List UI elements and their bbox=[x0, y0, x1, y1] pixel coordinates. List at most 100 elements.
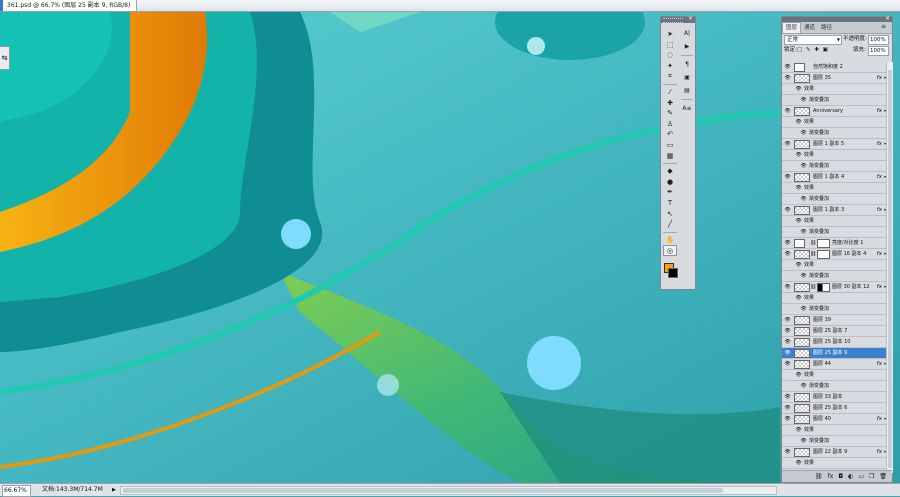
visibility-eye-icon[interactable]: 👁 bbox=[794, 84, 803, 94]
visibility-eye-icon[interactable]: 👁 bbox=[783, 106, 792, 116]
visibility-eye-icon[interactable]: 👁 bbox=[783, 205, 792, 215]
visibility-eye-icon[interactable]: 👁 bbox=[799, 271, 808, 281]
path-selection-icon[interactable]: ↖ bbox=[663, 209, 677, 220]
new-layer-icon[interactable]: ❐ bbox=[869, 473, 874, 480]
layer-effect-row[interactable]: 👁 效果 bbox=[782, 458, 886, 469]
visibility-eye-icon[interactable]: 👁 bbox=[794, 216, 803, 226]
visibility-eye-icon[interactable]: 👁 bbox=[799, 227, 808, 237]
layer-row[interactable]: 👁 图层 25 副本 10 bbox=[782, 337, 886, 348]
layer-row[interactable]: 👁 图层 33 副本 bbox=[782, 392, 886, 403]
layer-row[interactable]: 👁 图层 1 副本 4 fx ▾ bbox=[782, 172, 886, 183]
healing-brush-icon[interactable]: ✚ bbox=[663, 98, 677, 109]
layer-effects-icon[interactable]: fx bbox=[877, 106, 882, 116]
layer-thumbnail[interactable] bbox=[794, 360, 810, 369]
visibility-eye-icon[interactable]: 👁 bbox=[783, 73, 792, 83]
visibility-eye-icon[interactable]: 👁 bbox=[783, 282, 792, 292]
type-tool-icon[interactable]: T bbox=[663, 198, 677, 209]
layer-effect-row[interactable]: 👁 效果 bbox=[782, 216, 886, 227]
layer-thumbnail[interactable] bbox=[794, 404, 810, 413]
layer-thumbnail[interactable] bbox=[794, 349, 810, 358]
horizontal-scrollbar[interactable] bbox=[120, 486, 777, 495]
layer-row[interactable]: 👁 图层 44 fx ▾ bbox=[782, 359, 886, 370]
layer-effect-row[interactable]: 👁渐变叠加 bbox=[782, 436, 886, 447]
adjust-panel-icon[interactable]: A≡ bbox=[681, 102, 693, 115]
layer-effect-row[interactable]: 👁 效果 bbox=[782, 260, 886, 271]
delete-layer-icon[interactable]: 🗑 bbox=[879, 473, 887, 480]
mask-link-icon[interactable]: ⛓ bbox=[810, 282, 816, 292]
layer-effects-icon[interactable]: fx bbox=[877, 249, 882, 259]
layer-row[interactable]: 👁 图层 35 fx ▾ bbox=[782, 73, 886, 84]
visibility-eye-icon[interactable]: 👁 bbox=[783, 414, 792, 424]
visibility-eye-icon[interactable]: 👁 bbox=[799, 194, 808, 204]
zoom-tool-icon[interactable]: ◎ bbox=[663, 245, 677, 256]
layer-mask-thumbnail[interactable] bbox=[817, 250, 830, 259]
layer-thumbnail[interactable] bbox=[794, 338, 810, 347]
layer-effects-icon[interactable]: fx bbox=[877, 205, 882, 215]
layer-effects-icon[interactable]: fx bbox=[877, 73, 882, 83]
visibility-eye-icon[interactable]: 👁 bbox=[783, 447, 792, 457]
layer-effect-row[interactable]: 👁 效果 bbox=[782, 370, 886, 381]
blur-tool-icon[interactable]: ◆ bbox=[663, 166, 677, 177]
swatches-panel-icon[interactable]: ▣ bbox=[681, 71, 693, 84]
layer-thumbnail[interactable] bbox=[794, 393, 810, 402]
fill-input[interactable]: 100% bbox=[868, 46, 889, 56]
mask-link-icon[interactable]: ⛓ bbox=[810, 238, 816, 248]
visibility-eye-icon[interactable]: 👁 bbox=[794, 425, 803, 435]
mask-link-icon[interactable]: ⛓ bbox=[810, 249, 816, 259]
visibility-eye-icon[interactable]: 👁 bbox=[794, 293, 803, 303]
layer-mask-thumbnail[interactable] bbox=[817, 239, 830, 248]
layer-thumbnail[interactable] bbox=[794, 107, 810, 116]
layer-thumbnail[interactable] bbox=[794, 250, 810, 259]
layers-scrollbar[interactable] bbox=[886, 62, 893, 473]
layer-effect-row[interactable]: 👁渐变叠加 bbox=[782, 161, 886, 172]
lasso-tool-icon[interactable]: ◌ bbox=[663, 50, 677, 61]
pen-tool-icon[interactable]: ✒ bbox=[663, 187, 677, 198]
layer-effects-icon[interactable]: fx bbox=[877, 139, 882, 149]
lock-icons[interactable]: □ ✎ ✚ ▣ bbox=[797, 45, 829, 56]
tools-panel-header[interactable]: × bbox=[661, 15, 695, 23]
layer-thumbnail[interactable] bbox=[794, 74, 810, 83]
visibility-eye-icon[interactable]: 👁 bbox=[783, 326, 792, 336]
layer-effect-row[interactable]: 👁渐变叠加 bbox=[782, 304, 886, 315]
layer-effect-row[interactable]: 👁 效果 bbox=[782, 150, 886, 161]
character-panel-icon[interactable]: A| bbox=[681, 27, 693, 40]
layer-thumbnail[interactable] bbox=[794, 239, 805, 248]
tab-layers[interactable]: 图层 bbox=[782, 22, 802, 33]
visibility-eye-icon[interactable]: 👁 bbox=[799, 128, 808, 138]
layer-effect-row[interactable]: 👁渐变叠加 bbox=[782, 227, 886, 238]
move-tool-icon[interactable]: ➤ bbox=[663, 29, 677, 40]
layer-effects-icon[interactable]: fx bbox=[877, 282, 882, 292]
visibility-eye-icon[interactable]: 👁 bbox=[783, 337, 792, 347]
scrollbar-thumb[interactable] bbox=[888, 70, 892, 468]
visibility-eye-icon[interactable]: 👁 bbox=[783, 172, 792, 182]
layer-row[interactable]: 👁 图层 22 副本 9 fx ▾ bbox=[782, 447, 886, 458]
layer-thumbnail[interactable] bbox=[794, 327, 810, 336]
layer-effects-icon[interactable]: fx bbox=[877, 359, 882, 369]
visibility-eye-icon[interactable]: 👁 bbox=[783, 315, 792, 325]
shape-tool-icon[interactable]: ╱ bbox=[663, 219, 677, 230]
eraser-tool-icon[interactable]: ▭ bbox=[663, 140, 677, 151]
document-tab[interactable]: 361.psd @ 66.7% (图层 25 副本 9, RGB/8) bbox=[0, 0, 138, 11]
crop-tool-icon[interactable]: ⌗ bbox=[663, 71, 677, 82]
visibility-eye-icon[interactable]: 👁 bbox=[799, 381, 808, 391]
close-icon[interactable]: × bbox=[688, 15, 693, 22]
layer-effects-icon[interactable]: fx bbox=[877, 172, 882, 182]
history-brush-icon[interactable]: ↶ bbox=[663, 129, 677, 140]
visibility-eye-icon[interactable]: 👁 bbox=[799, 95, 808, 105]
zoom-field[interactable]: 66.67% bbox=[2, 485, 31, 497]
visibility-eye-icon[interactable]: 👁 bbox=[799, 161, 808, 171]
layer-effect-row[interactable]: 👁渐变叠加 bbox=[782, 194, 886, 205]
layer-effect-row[interactable]: 👁 效果 bbox=[782, 293, 886, 304]
layer-row[interactable]: 👁 图层 1 副本 3 fx ▾ bbox=[782, 205, 886, 216]
layer-row[interactable]: 👁 图层 25 副本 6 bbox=[782, 403, 886, 414]
document-canvas[interactable] bbox=[0, 12, 900, 483]
visibility-eye-icon[interactable]: 👁 bbox=[794, 370, 803, 380]
visibility-eye-icon[interactable]: 👁 bbox=[783, 238, 792, 248]
layer-row[interactable]: 👁 图层 39 bbox=[782, 315, 886, 326]
close-icon[interactable]: × bbox=[885, 15, 890, 22]
visibility-eye-icon[interactable]: 👁 bbox=[783, 62, 792, 72]
document-info[interactable]: 文档:143.3M/714.7M bbox=[42, 484, 103, 496]
layer-effect-row[interactable]: 👁渐变叠加 bbox=[782, 128, 886, 139]
layer-effect-row[interactable]: 👁 效果 bbox=[782, 117, 886, 128]
grip-icon[interactable] bbox=[663, 18, 683, 23]
